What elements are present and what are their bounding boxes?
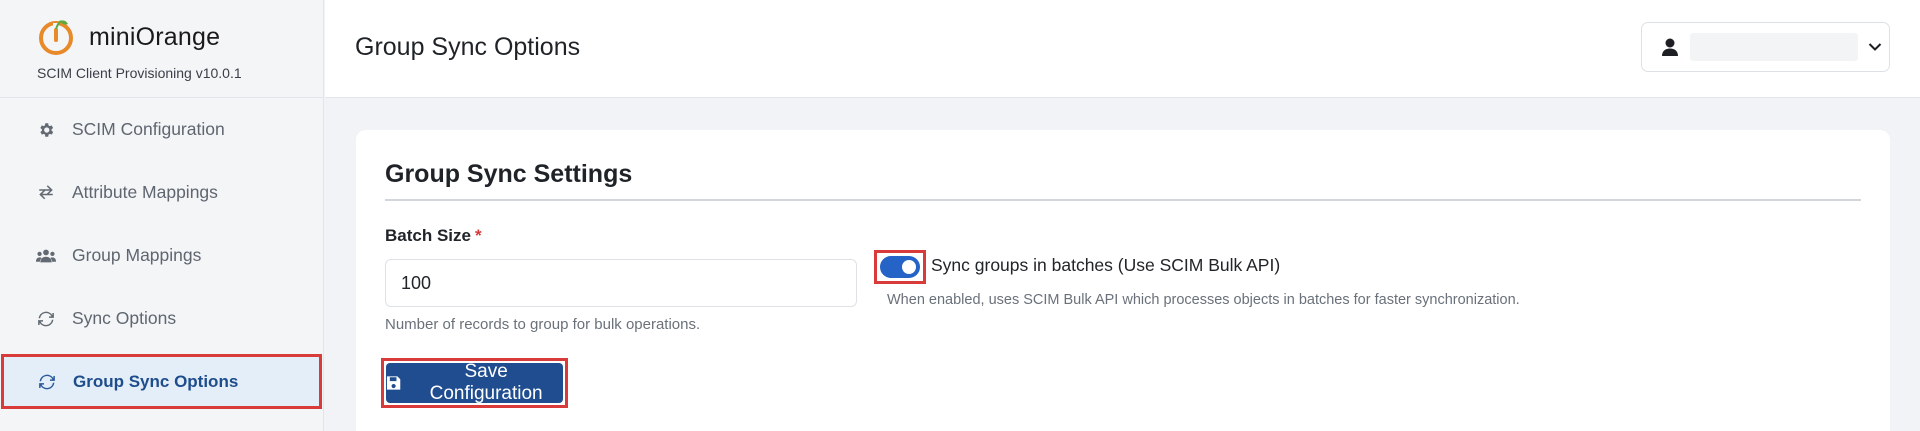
brand: miniOrange SCIM Client Provisioning v10.…	[0, 0, 323, 98]
sidebar-item-label: Sync Options	[72, 308, 177, 328]
divider	[385, 199, 1861, 201]
bulk-toggle-highlight	[874, 250, 926, 284]
arrows-exchange-icon	[36, 183, 56, 203]
required-marker: *	[474, 226, 482, 245]
sidebar-item-attribute-mappings[interactable]: Attribute Mappings	[0, 161, 323, 224]
sidebar-item-label: SCIM Configuration	[72, 119, 225, 139]
save-button-label: Save Configuration	[429, 361, 543, 404]
sidebar: miniOrange SCIM Client Provisioning v10.…	[0, 0, 324, 431]
batch-size-label: Batch Size *	[385, 226, 482, 246]
page-title: Group Sync Options	[355, 33, 581, 61]
brand-name: miniOrange	[89, 22, 221, 51]
sidebar-item-group-sync-options[interactable]: Group Sync Options	[1, 354, 322, 409]
chevron-down-icon	[1868, 42, 1882, 52]
sync-icon	[37, 372, 57, 392]
sidebar-item-scim-configuration[interactable]: SCIM Configuration	[0, 98, 323, 161]
gear-icon	[36, 120, 56, 140]
sidebar-item-label: Group Mappings	[72, 245, 202, 265]
user-menu-dropdown[interactable]	[1641, 22, 1890, 72]
save-button-highlight: Save Configuration	[381, 358, 568, 408]
batch-size-help: Number of records to group for bulk oper…	[385, 316, 701, 333]
bulk-sync-help: When enabled, uses SCIM Bulk API which p…	[887, 292, 1520, 308]
bulk-sync-toggle[interactable]	[880, 256, 920, 278]
sidebar-nav: SCIM Configuration Attribute Mappings Gr…	[0, 98, 323, 409]
card-title: Group Sync Settings	[385, 160, 633, 188]
sidebar-item-group-mappings[interactable]: Group Mappings	[0, 224, 323, 287]
toggle-knob	[902, 260, 916, 274]
batch-size-input[interactable]	[385, 259, 857, 307]
save-icon	[386, 376, 401, 390]
sidebar-item-label: Group Sync Options	[73, 371, 239, 391]
users-icon	[36, 246, 56, 266]
sidebar-item-sync-options[interactable]: Sync Options	[0, 287, 323, 350]
bulk-sync-toggle-label[interactable]: Sync groups in batches (Use SCIM Bulk AP…	[931, 255, 1280, 276]
sync-icon	[36, 309, 56, 329]
topbar: Group Sync Options	[325, 0, 1920, 98]
brand-subtitle: SCIM Client Provisioning v10.0.1	[37, 65, 242, 81]
sidebar-item-label: Attribute Mappings	[72, 182, 218, 202]
user-icon	[1662, 38, 1678, 56]
group-sync-settings-card: Group Sync Settings Batch Size* Number o…	[356, 130, 1890, 431]
batch-size-label-text: Batch Size	[385, 226, 471, 245]
miniorange-logo-icon	[39, 20, 73, 55]
save-configuration-button[interactable]: Save Configuration	[386, 361, 563, 404]
user-name-redacted	[1690, 33, 1858, 61]
